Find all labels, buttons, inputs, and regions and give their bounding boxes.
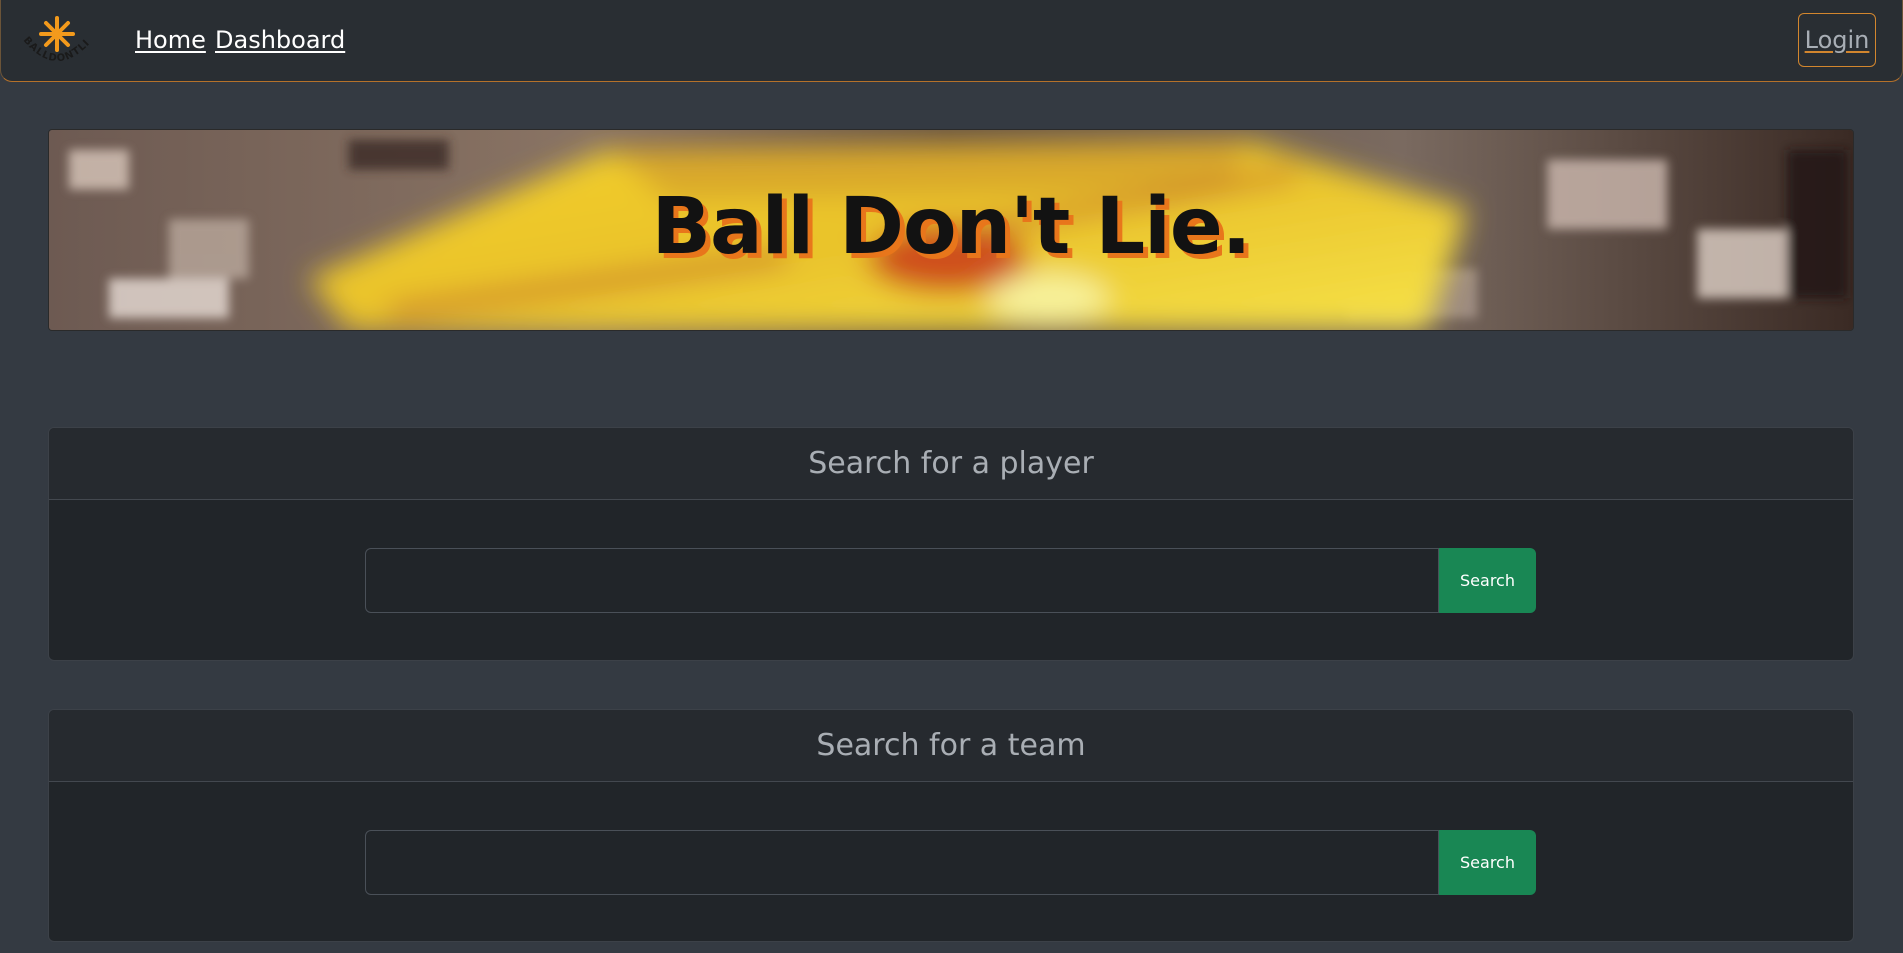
card-header: Search for a player	[49, 428, 1853, 500]
navbar: BALLDONTLIE Home Dashboard Login	[0, 0, 1903, 82]
team-search-card: Search for a team Search	[48, 709, 1854, 942]
team-search-title: Search for a team	[816, 728, 1086, 763]
player-search-form: Search	[365, 548, 1536, 613]
nav-link-dashboard[interactable]: Dashboard	[215, 26, 345, 54]
card-header: Search for a team	[49, 710, 1853, 782]
player-search-card: Search for a player Search	[48, 427, 1854, 661]
team-search-form: Search	[365, 830, 1536, 895]
nav-link-home[interactable]: Home	[135, 26, 206, 54]
hero-banner: Ball Don't Lie.	[48, 129, 1854, 331]
balldontlie-logo[interactable]: BALLDONTLIE	[13, 2, 97, 72]
team-search-input[interactable]	[365, 830, 1439, 895]
team-search-button[interactable]: Search	[1439, 830, 1536, 895]
player-search-button[interactable]: Search	[1439, 548, 1536, 613]
player-search-input[interactable]	[365, 548, 1439, 613]
login-button[interactable]: Login	[1798, 13, 1876, 67]
hero-title: Ball Don't Lie.	[651, 182, 1252, 272]
player-search-title: Search for a player	[808, 446, 1094, 481]
